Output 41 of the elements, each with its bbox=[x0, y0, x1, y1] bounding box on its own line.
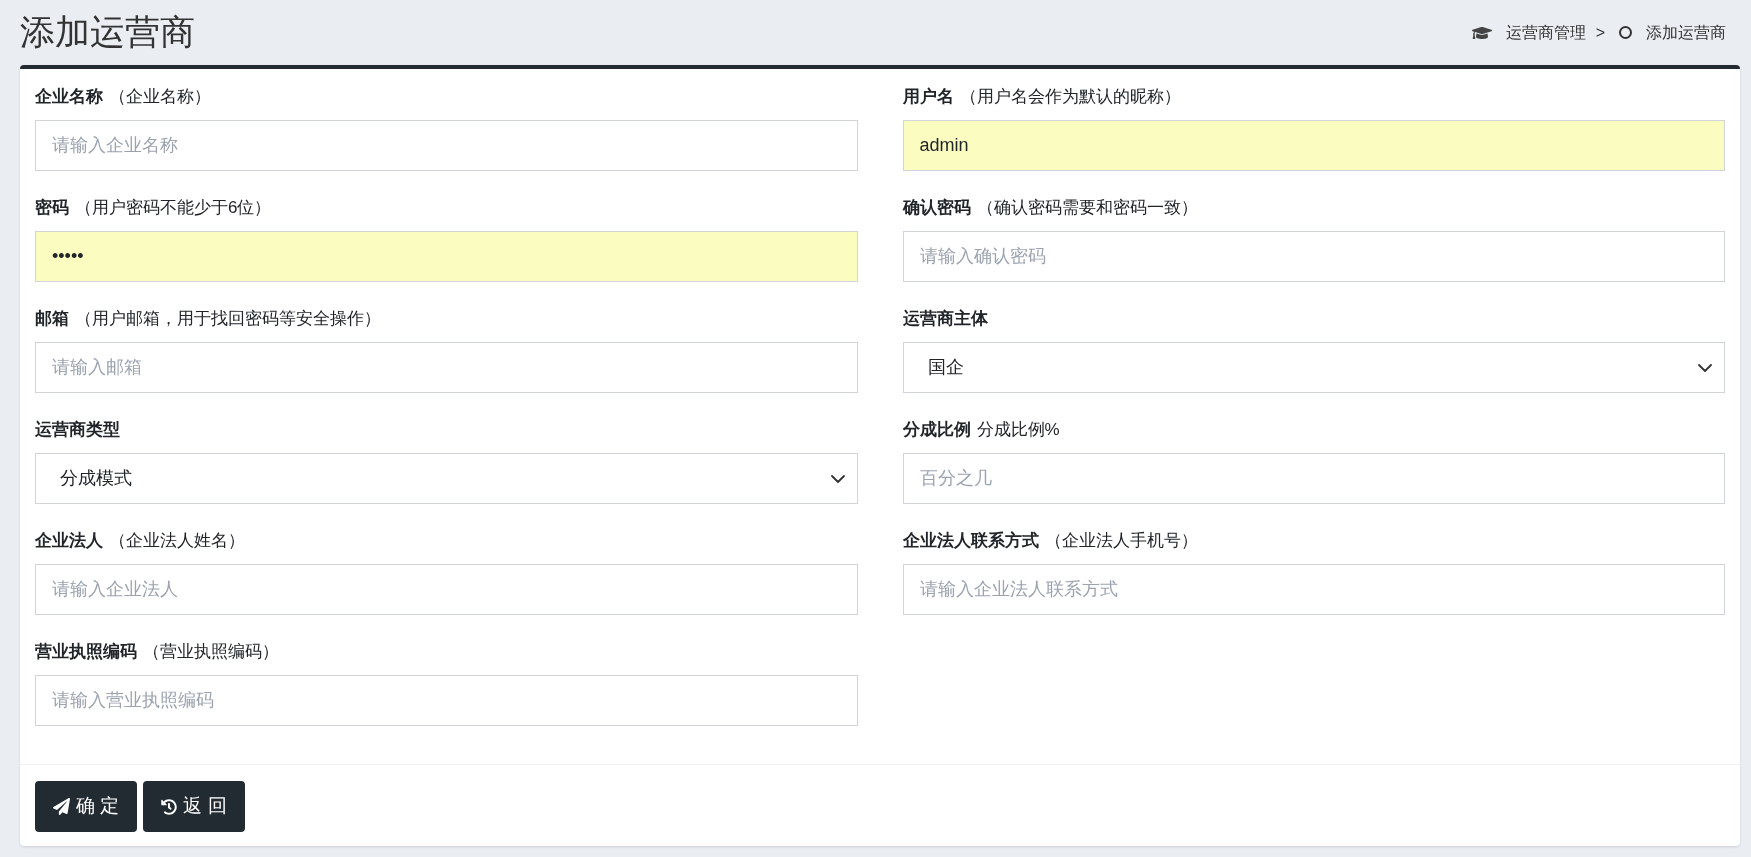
input-field[interactable]: 请输入邮箱 bbox=[35, 342, 858, 393]
paper-plane-icon bbox=[53, 798, 70, 815]
input-field[interactable]: 请输入企业名称 bbox=[35, 120, 858, 171]
breadcrumb-separator: > bbox=[1595, 22, 1605, 43]
field-hint: （用户名会作为默认的昵称） bbox=[959, 86, 1181, 109]
field-label: 运营商主体 bbox=[902, 308, 988, 331]
field-label: 企业法人联系方式 bbox=[902, 530, 1039, 553]
field-label: 企业名称 bbox=[35, 86, 103, 109]
breadcrumb-current: 添加运营商 bbox=[1646, 22, 1726, 43]
field-hint: （用户密码不能少于6位） bbox=[75, 197, 272, 220]
field-hint: （企业法人姓名） bbox=[109, 530, 245, 553]
field-label: 密码 bbox=[35, 197, 69, 220]
field-hint: （营业执照编码） bbox=[143, 641, 279, 664]
input-field[interactable]: admin bbox=[902, 120, 1725, 171]
input-field[interactable]: 请输入确认密码 bbox=[902, 231, 1725, 282]
input-field[interactable]: 请输入企业法人 bbox=[35, 564, 858, 615]
field-label: 分成比例 bbox=[902, 419, 971, 442]
input-field[interactable]: 请输入企业法人联系方式 bbox=[902, 564, 1725, 615]
field-hint: （企业法人手机号） bbox=[1044, 530, 1198, 553]
field-hint: （用户邮箱，用于找回密码等安全操作） bbox=[75, 308, 381, 331]
field-hint: （确认密码需要和密码一致） bbox=[976, 197, 1198, 220]
chevron-down-icon bbox=[1698, 363, 1712, 372]
field-label: 用户名 bbox=[902, 86, 954, 109]
page-title: 添加运营商 bbox=[20, 11, 195, 54]
input-field[interactable]: 请输入营业执照编码 bbox=[35, 675, 858, 726]
field-label: 运营商类型 bbox=[35, 419, 120, 442]
input-field[interactable]: ••••• bbox=[35, 231, 858, 282]
confirm-button[interactable]: 确 定 bbox=[35, 781, 138, 832]
back-button[interactable]: 返 回 bbox=[143, 781, 245, 832]
field-label: 营业执照编码 bbox=[35, 641, 137, 664]
select-field[interactable]: 分成模式 bbox=[35, 453, 858, 504]
field-hint: （企业名称） bbox=[109, 86, 211, 109]
field-label: 企业法人 bbox=[35, 530, 103, 553]
history-icon bbox=[161, 798, 178, 815]
input-field[interactable]: 百分之几 bbox=[902, 453, 1725, 504]
select-field[interactable]: 国企 bbox=[902, 342, 1725, 393]
field-label: 确认密码 bbox=[902, 197, 971, 220]
chevron-down-icon bbox=[830, 474, 845, 483]
field-label: 邮箱 bbox=[35, 308, 69, 331]
breadcrumb-link[interactable]: 运营商管理 bbox=[1505, 20, 1586, 45]
field-hint: 分成比例% bbox=[976, 419, 1060, 442]
